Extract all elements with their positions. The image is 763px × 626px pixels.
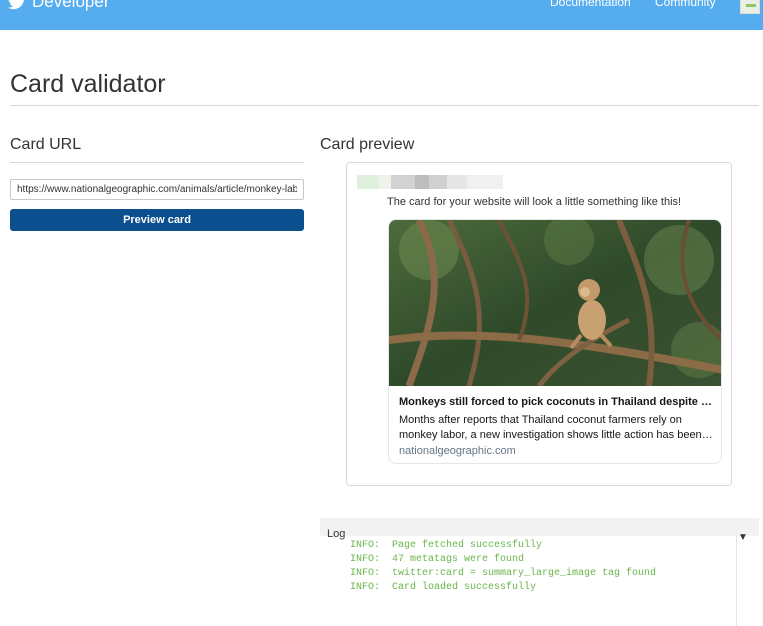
nav-documentation[interactable]: Documentation xyxy=(550,0,631,9)
card-description-line: Months after reports that Thailand cocon… xyxy=(399,414,682,426)
twitter-bird-icon xyxy=(8,0,24,10)
nav-community[interactable]: Community xyxy=(655,0,716,9)
card-url-input[interactable] xyxy=(10,179,304,200)
blurred-account-name xyxy=(357,175,503,189)
card-description: Months after reports that Thailand cocon… xyxy=(399,413,713,443)
card-description-line: monkey labor, a new investigation shows … xyxy=(399,429,713,441)
page-title: Card validator xyxy=(10,70,166,98)
top-navigation-bar: Developer Documentation Community xyxy=(0,0,763,30)
monkey-photo-image xyxy=(389,220,721,386)
card-preview-heading: Card preview xyxy=(320,136,415,153)
log-panel-header[interactable]: Log ▼ xyxy=(320,518,759,543)
user-avatar[interactable] xyxy=(740,0,760,14)
log-line: INFO: 47 metatags were found xyxy=(350,554,525,565)
log-line: INFO: twitter:card = summary_large_image… xyxy=(350,568,657,579)
triangle-down-icon[interactable]: ▼ xyxy=(738,532,748,543)
log-label: Log xyxy=(327,528,346,540)
summary-large-image-card[interactable]: Monkeys still forced to pick coconuts in… xyxy=(388,219,722,464)
title-divider xyxy=(10,105,759,106)
brand-label: Developer xyxy=(32,0,110,11)
log-line: INFO: Card loaded successfully xyxy=(350,582,537,593)
card-domain: nationalgeographic.com xyxy=(399,445,516,457)
log-output: INFO: Page fetched successfully INFO: 47… xyxy=(345,536,737,626)
card-title: Monkeys still forced to pick coconuts in… xyxy=(399,396,713,408)
preview-caption: The card for your website will look a li… xyxy=(387,196,682,208)
card-url-divider xyxy=(10,162,304,163)
log-line: INFO: Page fetched successfully xyxy=(350,540,543,551)
card-url-heading: Card URL xyxy=(10,136,82,153)
card-preview-panel: The card for your website will look a li… xyxy=(346,162,732,486)
developer-home-link[interactable]: Developer xyxy=(8,0,110,12)
preview-card-button[interactable]: Preview card xyxy=(10,209,304,231)
